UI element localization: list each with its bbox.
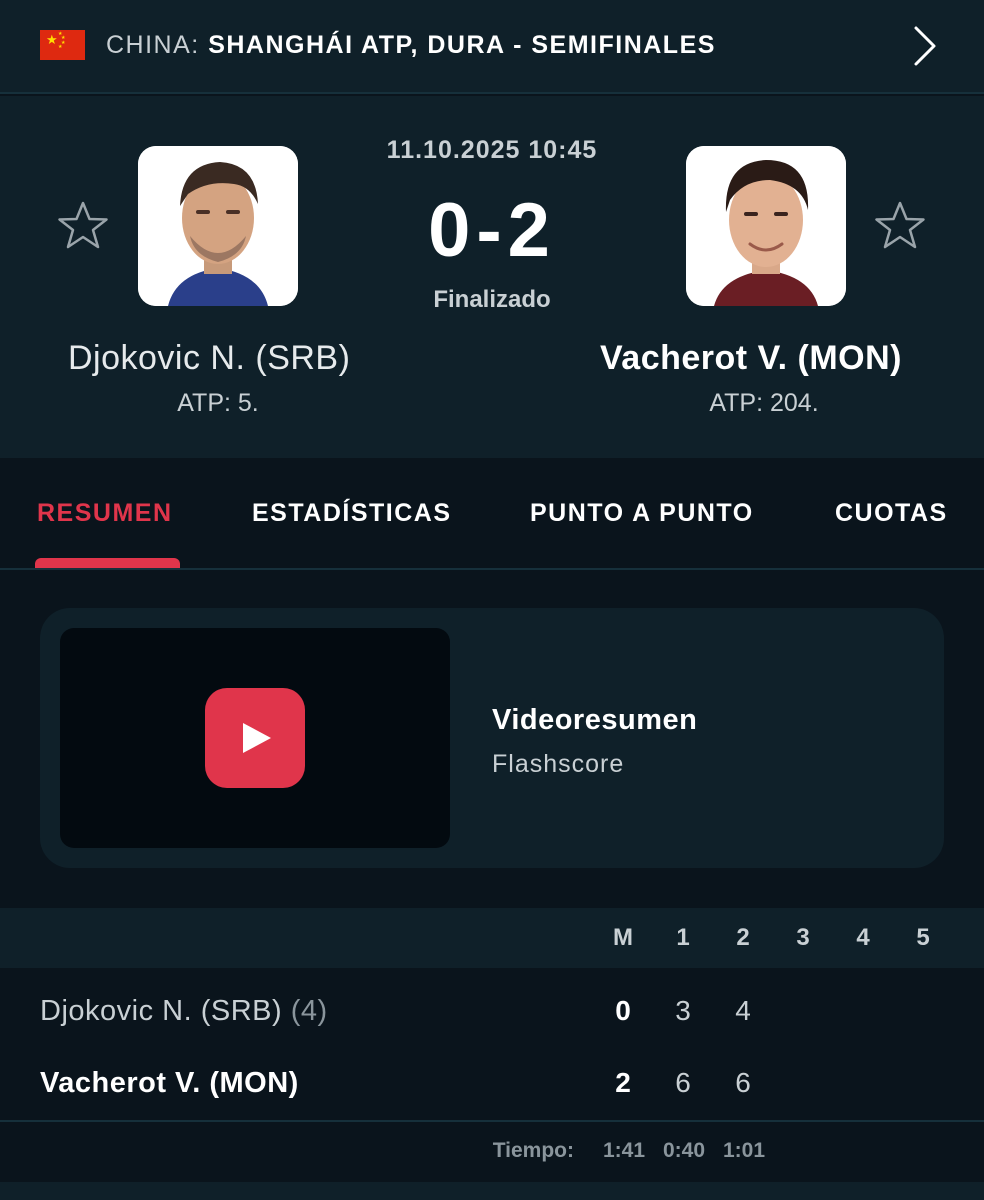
video-title: Videoresumen <box>492 704 698 736</box>
player-name-text: Vacherot V. (MON) <box>40 1067 299 1099</box>
set-1-games: 6 <box>675 1067 691 1098</box>
column-set-2: 2 <box>736 924 750 951</box>
home-player-name[interactable]: Djokovic N. (SRB) <box>68 338 350 378</box>
column-match: M <box>613 924 633 951</box>
sets-won: 2 <box>615 1067 631 1098</box>
duration-total: 1:41 <box>602 1139 646 1162</box>
sets-won: 0 <box>615 995 631 1026</box>
play-icon <box>243 723 271 753</box>
chevron-right-icon[interactable] <box>906 24 946 68</box>
tournament-title: CHINA: SHANGHÁI ATP, DURA - SEMIFINALES <box>106 30 716 60</box>
column-set-3: 3 <box>796 924 810 951</box>
player-avatar-vacherot[interactable] <box>686 146 846 306</box>
column-set-1: 1 <box>676 924 690 951</box>
scoreboard-header: M 1 2 3 4 5 <box>0 908 984 968</box>
away-player-rank: ATP: 204. <box>709 389 819 417</box>
tab-resumen[interactable]: RESUMEN <box>37 498 173 528</box>
set-1-games: 3 <box>675 995 691 1026</box>
video-highlight-card[interactable]: Videoresumen Flashscore <box>40 608 944 868</box>
video-source: Flashscore <box>492 750 625 778</box>
bottom-panel-edge <box>0 1182 984 1200</box>
set-2-games: 4 <box>735 995 751 1026</box>
scoreboard-row[interactable]: Vacherot V. (MON) 2 6 6 <box>0 1046 984 1118</box>
duration-label: Tiempo: <box>492 1139 574 1162</box>
set-2-games: 6 <box>735 1067 751 1098</box>
tab-punto-a-punto[interactable]: PUNTO A PUNTO <box>530 498 754 528</box>
play-button[interactable] <box>205 688 305 788</box>
scoreboard-row[interactable]: Djokovic N. (SRB) (4) 0 3 4 <box>0 974 984 1046</box>
country-label: CHINA: <box>106 31 209 59</box>
duration-set-1: 0:40 <box>662 1139 706 1162</box>
china-flag-icon: ★ ★ ★ ★ ★ <box>40 30 85 60</box>
video-thumbnail[interactable] <box>60 628 450 848</box>
tab-estadisticas[interactable]: ESTADÍSTICAS <box>252 498 452 528</box>
player-seed: (4) <box>282 995 328 1027</box>
away-player-name[interactable]: Vacherot V. (MON) <box>600 338 902 378</box>
duration-set-2: 1:01 <box>722 1139 766 1162</box>
row-player-name: Vacherot V. (MON) <box>40 1066 299 1100</box>
column-set-4: 4 <box>856 924 870 951</box>
match-header: 11.10.2025 10:45 0-2 Finalizado Djokovic… <box>0 96 984 458</box>
tournament-name: SHANGHÁI ATP, DURA - SEMIFINALES <box>208 31 716 59</box>
duration-row: Tiempo: 1:41 0:40 1:01 <box>0 1122 984 1182</box>
player-name-text: Djokovic N. (SRB) <box>40 995 283 1027</box>
active-tab-indicator <box>35 558 180 568</box>
tab-bar: RESUMEN ESTADÍSTICAS PUNTO A PUNTO CUOTA… <box>0 458 984 570</box>
column-set-5: 5 <box>916 924 930 951</box>
home-player-rank: ATP: 5. <box>177 389 259 417</box>
row-player-name: Djokovic N. (SRB) (4) <box>40 994 328 1028</box>
tournament-header[interactable]: ★ ★ ★ ★ ★ CHINA: SHANGHÁI ATP, DURA - SE… <box>0 0 984 94</box>
tab-cuotas[interactable]: CUOTAS <box>835 498 948 528</box>
favorite-star-icon[interactable] <box>874 200 926 252</box>
